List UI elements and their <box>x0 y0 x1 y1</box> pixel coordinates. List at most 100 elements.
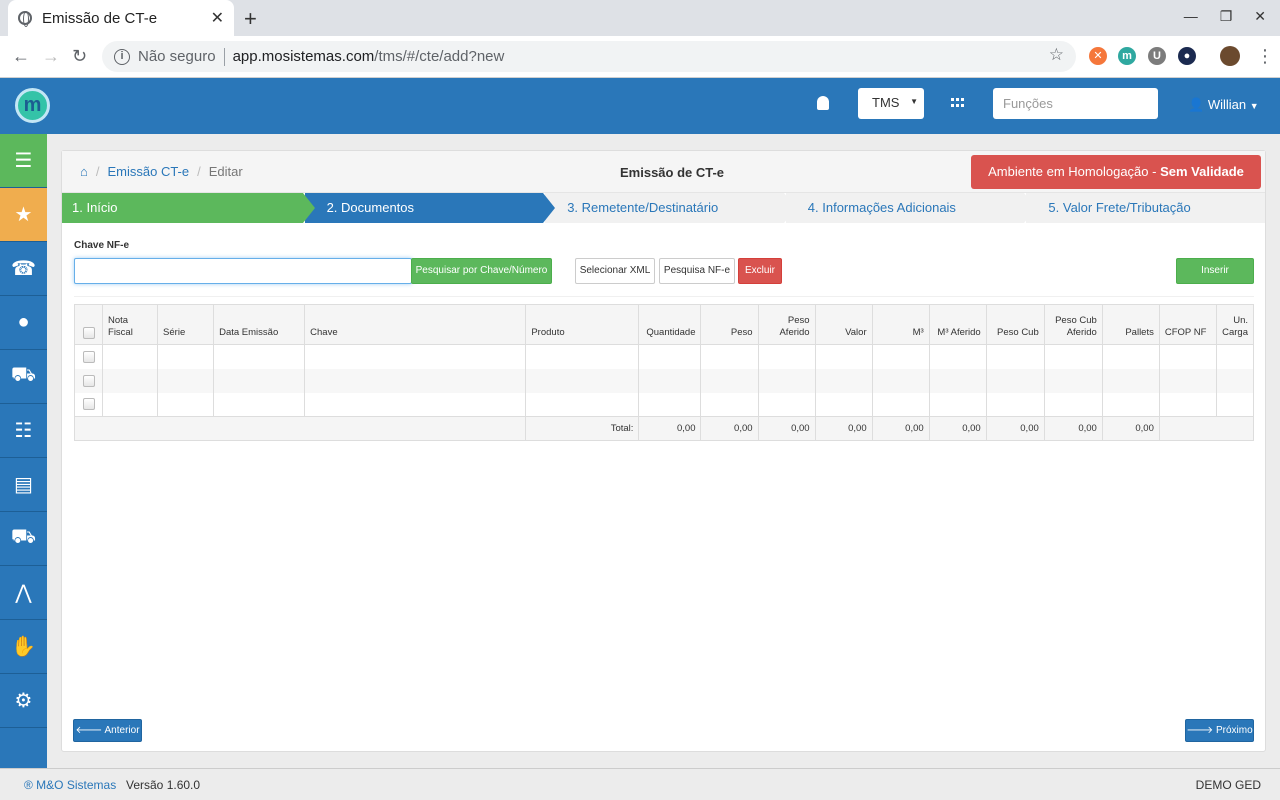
browser-tabstrip: Emissão de CT-e ✕ + — ❐ ✕ <box>0 0 1280 36</box>
sidebar-menu-toggle[interactable]: ☰ <box>0 134 47 188</box>
step-inicio[interactable]: 1. Início <box>62 193 315 223</box>
sidebar-item-trucks[interactable]: ⛟ <box>0 512 47 566</box>
step-informacoes-adicionais[interactable]: 4. Informações Adicionais <box>783 193 1037 223</box>
restore-icon[interactable]: ❐ <box>1220 8 1233 25</box>
browser-menu-icon[interactable]: ⋮ <box>1256 46 1274 67</box>
new-tab-button[interactable]: + <box>244 6 257 32</box>
sidebar-item-phone[interactable]: ☎ <box>0 242 47 296</box>
next-button[interactable]: 🡒 Próximo <box>1185 719 1254 742</box>
sidebar-item-list[interactable]: ☷ <box>0 404 47 458</box>
profile-avatar[interactable] <box>1220 46 1240 66</box>
table-row[interactable] <box>73 344 1255 369</box>
extension-icon-3[interactable]: U <box>1148 47 1166 65</box>
step-label: 4. Informações Adicionais <box>807 200 956 215</box>
total-m3: 0,00 <box>871 416 930 441</box>
row-checkbox-cell[interactable] <box>73 392 104 417</box>
sidebar-item-documents[interactable]: ▤ <box>0 458 47 512</box>
row-checkbox-cell[interactable] <box>73 344 104 369</box>
step-valor-frete[interactable]: 5. Valor Frete/Tributação <box>1024 193 1266 223</box>
extension-icon-2[interactable]: m <box>1118 47 1136 65</box>
col-cfop-nf[interactable]: CFOP NF <box>1158 304 1217 345</box>
row-checkbox[interactable] <box>82 350 95 363</box>
table-cell <box>1215 344 1255 369</box>
table-cell <box>700 392 759 417</box>
table-cell <box>102 368 159 393</box>
browser-tab[interactable]: Emissão de CT-e ✕ <box>8 0 234 36</box>
close-window-icon[interactable]: ✕ <box>1254 8 1266 25</box>
address-bar[interactable]: i Não seguro app.mosistemas.com /tms/#/c… <box>102 41 1076 72</box>
forward-icon[interactable]: → <box>42 46 60 67</box>
table-row[interactable] <box>73 392 1255 417</box>
col-serie[interactable]: Série <box>157 304 215 345</box>
delete-button[interactable]: Excluir <box>738 258 782 284</box>
apps-grid-icon[interactable] <box>951 98 965 108</box>
search-nfe-button[interactable]: Pesquisa NF-e <box>659 258 735 284</box>
table-cell <box>757 368 816 393</box>
user-menu[interactable]: 👤 Willian ▼ <box>1188 97 1259 113</box>
sidebar-item-favorites[interactable]: ★ <box>0 188 47 242</box>
col-valor[interactable]: Valor <box>814 304 873 345</box>
row-checkbox[interactable] <box>82 374 95 387</box>
dolly-icon: ⛟ <box>10 364 37 386</box>
footer-brand-link[interactable]: ® M&O Sistemas <box>24 778 116 792</box>
step-label: 3. Remetente/Destinatário <box>567 200 719 215</box>
select-all-checkbox[interactable] <box>82 327 95 339</box>
step-label: 5. Valor Frete/Tributação <box>1048 200 1191 215</box>
info-icon[interactable]: i <box>114 48 130 65</box>
user-icon: 👤 <box>1188 97 1205 112</box>
sidebar-item-loading[interactable]: ⛟ <box>0 350 47 404</box>
select-all-checkbox-cell[interactable] <box>73 304 104 345</box>
footer: ® M&O Sistemas Versão 1.60.0 DEMO GED <box>0 768 1280 800</box>
step-remetente-destinatario[interactable]: 3. Remetente/Destinatário <box>543 193 796 223</box>
step-documentos[interactable]: 2. Documentos <box>302 193 556 223</box>
previous-button[interactable]: 🡐 Anterior <box>73 719 142 742</box>
row-checkbox-cell[interactable] <box>73 368 104 393</box>
table-cell <box>102 392 159 417</box>
table-cell <box>638 368 702 393</box>
minimize-icon[interactable]: — <box>1184 8 1198 25</box>
col-un-carga[interactable]: Un. Carga <box>1215 304 1255 345</box>
tab-close-icon[interactable]: ✕ <box>211 8 224 28</box>
col-peso-cub[interactable]: Peso Cub <box>985 304 1045 345</box>
bell-icon[interactable] <box>817 96 829 110</box>
col-produto[interactable]: Produto <box>525 304 640 345</box>
col-chave[interactable]: Chave <box>304 304 527 345</box>
col-data-emissao[interactable]: Data Emissão <box>213 304 306 345</box>
module-select[interactable]: TMS <box>858 88 924 119</box>
extension-icon-1[interactable]: ✕ <box>1089 47 1107 65</box>
row-checkbox[interactable] <box>82 398 95 411</box>
sidebar-item-partners[interactable]: ✋ <box>0 620 47 674</box>
totals-row: Total: 0,00 0,00 0,00 0,00 0,00 0,00 0,0… <box>73 416 1255 441</box>
col-m3-aferido[interactable]: M³ Aferido <box>928 304 987 345</box>
table-cell <box>157 392 215 417</box>
table-cell <box>814 344 873 369</box>
col-pallets[interactable]: Pallets <box>1101 304 1160 345</box>
bookmark-star-icon[interactable]: ☆ <box>1049 45 1064 65</box>
extension-icon-4[interactable]: ● <box>1178 47 1196 65</box>
total-peso-aferido: 0,00 <box>757 416 816 441</box>
table-cell <box>985 344 1045 369</box>
table-row[interactable] <box>73 368 1255 393</box>
sidebar-item-roads[interactable]: ⋀ <box>0 566 47 620</box>
app-logo[interactable]: m <box>15 88 50 123</box>
chave-nfe-input[interactable] <box>74 258 412 284</box>
home-icon[interactable]: ⌂ <box>80 164 88 179</box>
col-peso-cub-aferido[interactable]: Peso Cub Aferido <box>1043 304 1103 345</box>
functions-search-input[interactable] <box>993 88 1158 119</box>
select-xml-button[interactable]: Selecionar XML <box>575 258 655 284</box>
col-peso-aferido[interactable]: Peso Aferido <box>757 304 816 345</box>
table-cell <box>1158 392 1217 417</box>
insert-button[interactable]: Inserir <box>1176 258 1254 284</box>
sidebar-item-users[interactable]: ● <box>0 296 47 350</box>
col-m3[interactable]: M³ <box>871 304 930 345</box>
search-key-button[interactable]: Pesquisar por Chave/Número <box>411 258 552 284</box>
gear-icon: ⚙ <box>14 690 33 712</box>
col-quantidade[interactable]: Quantidade <box>638 304 702 345</box>
back-icon[interactable]: ← <box>12 46 30 67</box>
sidebar-item-settings[interactable]: ⚙ <box>0 674 47 728</box>
col-nota-fiscal[interactable]: Nota Fiscal <box>102 304 159 345</box>
reload-icon[interactable]: ↻ <box>72 46 87 67</box>
col-peso[interactable]: Peso <box>700 304 759 345</box>
breadcrumb-link[interactable]: Emissão CT-e <box>107 164 189 179</box>
window-controls: — ❐ ✕ <box>1184 8 1266 25</box>
